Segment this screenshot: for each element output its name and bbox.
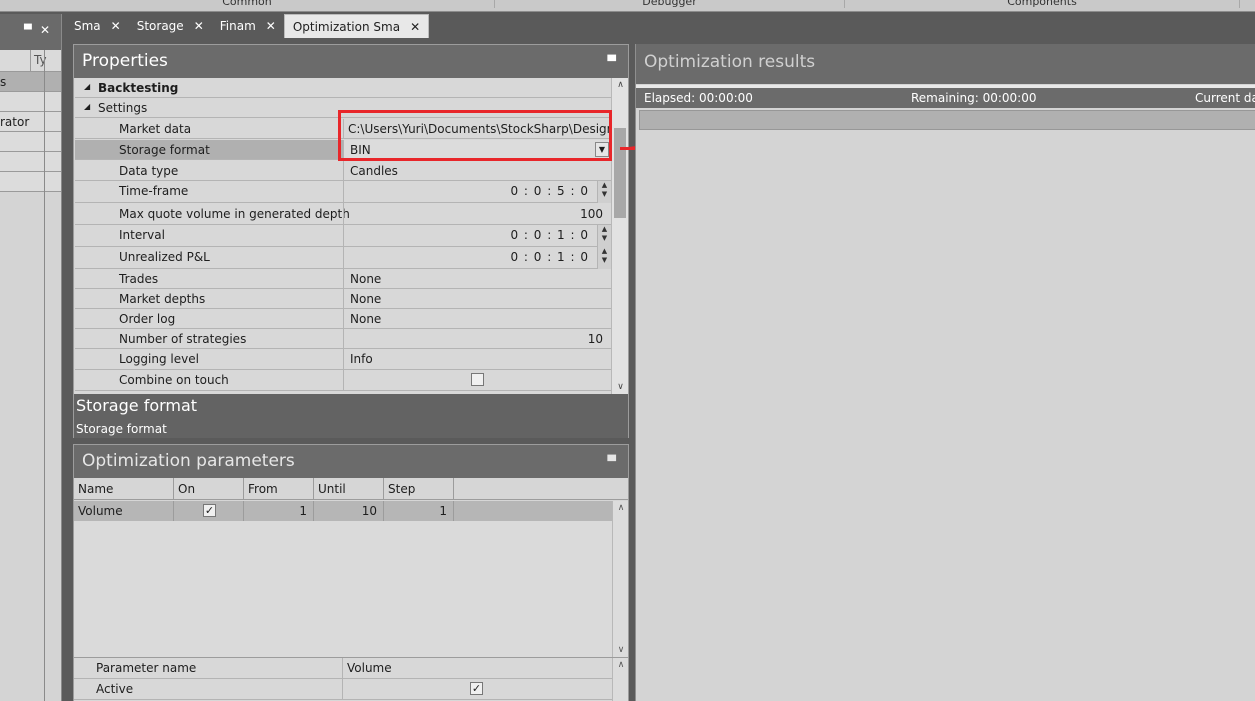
left-panel: ▀ ✕ Ty s rator — [0, 14, 62, 701]
list-item[interactable] — [0, 152, 61, 172]
close-icon[interactable]: ✕ — [111, 19, 121, 33]
number-of-strategies-input[interactable]: 10 — [588, 332, 603, 346]
scroll-down-icon[interactable]: ∨ — [613, 645, 629, 655]
category-row[interactable]: ◢ Backtesting — [75, 78, 611, 98]
property-row-logging-level[interactable]: Logging level Info — [75, 349, 611, 370]
param-on-cell[interactable]: ✓ — [174, 501, 244, 521]
spinner-icon[interactable]: ▲ ▼ — [597, 181, 611, 203]
tab-storage[interactable]: Storage ✕ — [129, 14, 212, 38]
detail-row-active[interactable]: Active ✓ — [74, 679, 612, 700]
spinner-icon[interactable]: ▲ ▼ — [597, 225, 611, 247]
panel-header: Properties ▀ — [74, 45, 628, 78]
properties-panel: Properties ▀ ◢ Backtesting ◢ Settings Ma… — [73, 44, 629, 438]
order-log-value[interactable]: None — [350, 312, 381, 326]
column-from[interactable]: From — [244, 478, 314, 500]
property-row-order-log[interactable]: Order log None — [75, 309, 611, 329]
collapse-icon[interactable]: ◢ — [84, 82, 90, 91]
unrealized-pnl-input[interactable]: 0 : 0 : 1 : 0 — [510, 250, 589, 264]
panel-title: Properties — [82, 51, 168, 71]
scroll-up-icon[interactable]: ∧ — [613, 503, 629, 513]
properties-scrollbar[interactable]: ∧ ∨ — [611, 78, 628, 394]
tab-finam[interactable]: Finam ✕ — [212, 14, 284, 38]
property-row-data-type[interactable]: Data type Candles — [75, 161, 611, 181]
pin-icon[interactable]: ▀ — [24, 25, 32, 36]
close-icon[interactable]: ✕ — [266, 19, 276, 33]
description-title: Storage format — [76, 396, 198, 415]
property-row-market-depths[interactable]: Market depths None — [75, 289, 611, 309]
property-row-time-frame[interactable]: Time-frame 0 : 0 : 5 : 0 ▲ ▼ — [75, 181, 611, 203]
close-icon[interactable]: ✕ — [40, 23, 50, 37]
optimization-results-panel: Optimization results Elapsed: 00:00:00 R… — [635, 44, 1255, 701]
property-row-interval[interactable]: Interval 0 : 0 : 1 : 0 ▲ ▼ — [75, 225, 611, 247]
parameter-name-value[interactable]: Volume — [347, 661, 392, 675]
list-item[interactable] — [0, 172, 61, 192]
panel-header: Optimization parameters ▀ — [74, 445, 628, 478]
param-until-cell[interactable]: 10 — [314, 501, 384, 521]
ribbon-group-debugger: Debugger — [495, 0, 845, 8]
list-item[interactable]: s — [0, 72, 61, 92]
panel-title: Optimization parameters — [82, 451, 295, 471]
column-on[interactable]: On — [174, 478, 244, 500]
elapsed-label: Elapsed: 00:00:00 — [644, 91, 753, 105]
detail-row-parameter-name[interactable]: Parameter name Volume — [74, 658, 612, 679]
trades-value[interactable]: None — [350, 272, 381, 286]
list-item[interactable] — [0, 92, 61, 112]
column-step[interactable]: Step — [384, 478, 454, 500]
combine-on-touch-checkbox[interactable] — [471, 373, 484, 386]
close-icon[interactable]: ✕ — [410, 20, 420, 34]
current-label: Current dat — [1195, 91, 1255, 105]
progress-bar — [639, 110, 1255, 130]
results-status-bar: Elapsed: 00:00:00 Remaining: 00:00:00 Cu… — [636, 88, 1255, 108]
tab-sma[interactable]: Sma ✕ — [66, 14, 129, 38]
scroll-up-icon[interactable]: ∧ — [612, 80, 629, 90]
logging-level-value[interactable]: Info — [350, 352, 373, 366]
pin-icon[interactable]: ▀ — [608, 445, 616, 478]
ribbon-group-components: Components — [845, 0, 1240, 8]
ribbon-group-common: Common — [0, 0, 495, 8]
highlight-box — [338, 110, 612, 161]
details-scrollbar[interactable]: ∧ — [612, 658, 628, 701]
property-row-combine-on-touch[interactable]: Combine on touch — [75, 370, 611, 391]
remaining-label: Remaining: 00:00:00 — [911, 91, 1037, 105]
list-item[interactable] — [0, 132, 61, 152]
table-header: Name On From Until Step — [74, 478, 628, 500]
time-frame-input[interactable]: 0 : 0 : 5 : 0 — [510, 184, 589, 198]
close-icon[interactable]: ✕ — [194, 19, 204, 33]
data-type-value[interactable]: Candles — [350, 164, 398, 178]
collapse-icon[interactable]: ◢ — [84, 102, 90, 111]
param-name-cell[interactable]: Volume — [74, 501, 174, 521]
optimization-parameters-panel: Optimization parameters ▀ Name On From U… — [73, 444, 629, 701]
column-until[interactable]: Until — [314, 478, 384, 500]
left-panel-column-header[interactable]: Ty — [0, 50, 61, 72]
left-panel-header: ▀ ✕ — [0, 14, 61, 50]
property-row-max-quote-volume[interactable]: Max quote volume in generated depth 100 — [75, 203, 611, 225]
parameter-details-grid: Parameter name Volume Active ✓ ∧ — [74, 657, 628, 701]
scroll-up-icon[interactable]: ∧ — [613, 660, 629, 670]
active-checkbox[interactable]: ✓ — [470, 682, 483, 695]
panel-header: Optimization results — [636, 44, 1255, 84]
pin-icon[interactable]: ▀ — [608, 45, 616, 78]
column-name[interactable]: Name — [74, 478, 174, 500]
list-item[interactable]: rator — [0, 112, 61, 132]
ribbon-group-labels: Common Debugger Components — [0, 0, 1255, 12]
tab-optimization-sma[interactable]: Optimization Sma ✕ — [283, 14, 430, 38]
param-step-cell[interactable]: 1 — [384, 501, 454, 521]
max-quote-volume-input[interactable]: 100 — [580, 207, 603, 221]
market-depths-value[interactable]: None — [350, 292, 381, 306]
table-row[interactable]: Volume ✓ 1 10 1 — [74, 501, 612, 521]
description-text: Storage format — [76, 422, 167, 436]
property-row-number-of-strategies[interactable]: Number of strategies 10 — [75, 329, 611, 349]
parameters-table-body — [74, 501, 612, 657]
document-tabs: Sma ✕ Storage ✕ Finam ✕ Optimization Sma… — [66, 14, 430, 38]
parameters-scrollbar[interactable]: ∧ ∨ — [612, 501, 628, 657]
property-row-unrealized-pnl[interactable]: Unrealized P&L 0 : 0 : 1 : 0 ▲ ▼ — [75, 247, 611, 269]
param-on-checkbox[interactable]: ✓ — [203, 504, 216, 517]
scroll-down-icon[interactable]: ∨ — [612, 382, 629, 392]
spinner-icon[interactable]: ▲ ▼ — [597, 247, 611, 269]
interval-input[interactable]: 0 : 0 : 1 : 0 — [510, 228, 589, 242]
property-row-trades[interactable]: Trades None — [75, 269, 611, 289]
param-from-cell[interactable]: 1 — [244, 501, 314, 521]
property-description: Storage format Storage format — [74, 394, 628, 438]
panel-title: Optimization results — [644, 52, 816, 72]
